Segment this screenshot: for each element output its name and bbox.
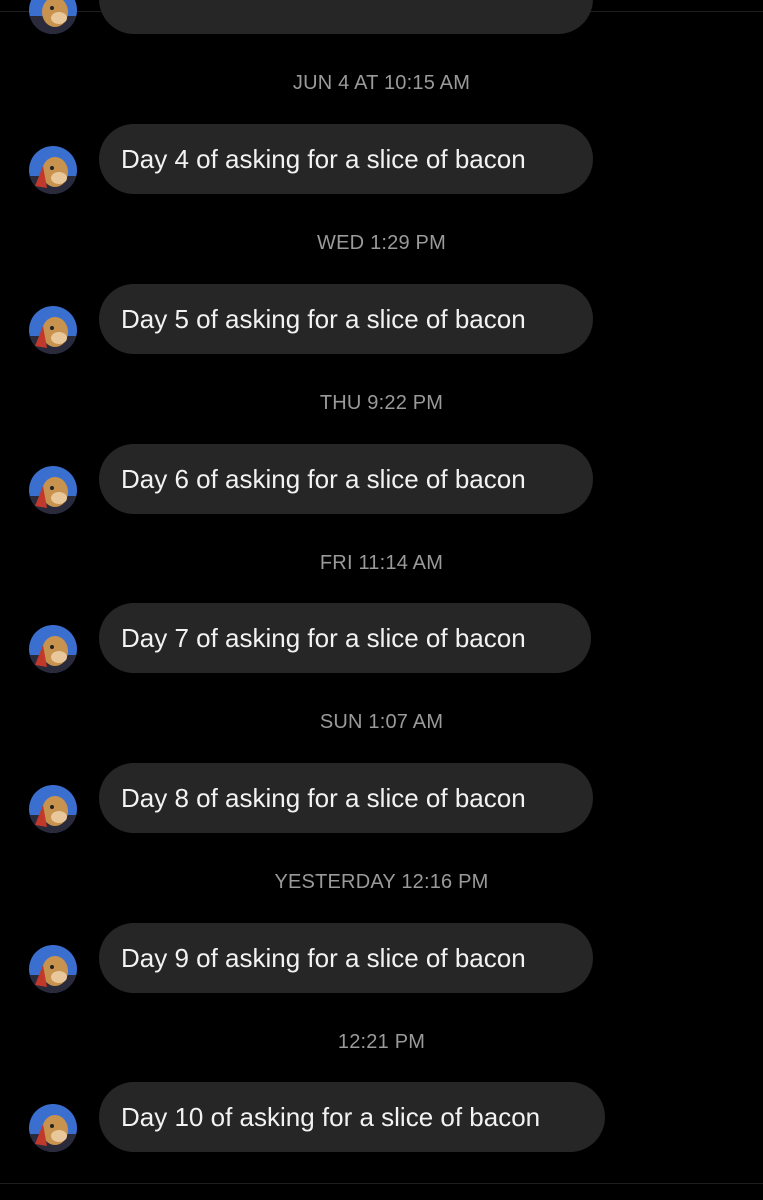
avatar[interactable] <box>29 146 77 194</box>
partial-message-bubble[interactable] <box>99 0 593 34</box>
timestamp: WED 1:29 PM <box>317 232 446 254</box>
message-bubble[interactable]: Day 6 of asking for a slice of bacon <box>99 444 593 514</box>
dog-avatar-icon <box>29 1104 77 1152</box>
dog-avatar-icon <box>29 306 77 354</box>
avatar[interactable] <box>29 466 77 514</box>
message-bubble[interactable]: Day 10 of asking for a slice of bacon <box>99 1082 605 1152</box>
message-bubble[interactable]: Day 5 of asking for a slice of bacon <box>99 284 593 354</box>
dog-avatar-icon <box>29 0 77 34</box>
avatar[interactable] <box>29 945 77 993</box>
dog-avatar-icon <box>29 625 77 673</box>
avatar[interactable] <box>29 785 77 833</box>
avatar[interactable] <box>29 1104 77 1152</box>
message-bubble[interactable]: Day 4 of asking for a slice of bacon <box>99 124 593 194</box>
avatar[interactable] <box>29 0 77 34</box>
timestamp: 12:21 PM <box>337 1031 426 1053</box>
timestamp: THU 9:22 PM <box>319 392 444 414</box>
message-bubble[interactable]: Day 7 of asking for a slice of bacon <box>99 603 591 673</box>
dog-avatar-icon <box>29 785 77 833</box>
avatar[interactable] <box>29 625 77 673</box>
timestamp: FRI 11:14 AM <box>319 552 444 574</box>
timestamp: SUN 1:07 AM <box>319 711 444 733</box>
timestamp: JUN 4 AT 10:15 AM <box>292 72 471 94</box>
bottom-divider <box>0 1183 763 1184</box>
dog-avatar-icon <box>29 466 77 514</box>
message-bubble[interactable]: Day 8 of asking for a slice of bacon <box>99 763 593 833</box>
dog-avatar-icon <box>29 146 77 194</box>
timestamp: YESTERDAY 12:16 PM <box>274 871 489 893</box>
avatar[interactable] <box>29 306 77 354</box>
message-bubble[interactable]: Day 9 of asking for a slice of bacon <box>99 923 593 993</box>
dog-avatar-icon <box>29 945 77 993</box>
